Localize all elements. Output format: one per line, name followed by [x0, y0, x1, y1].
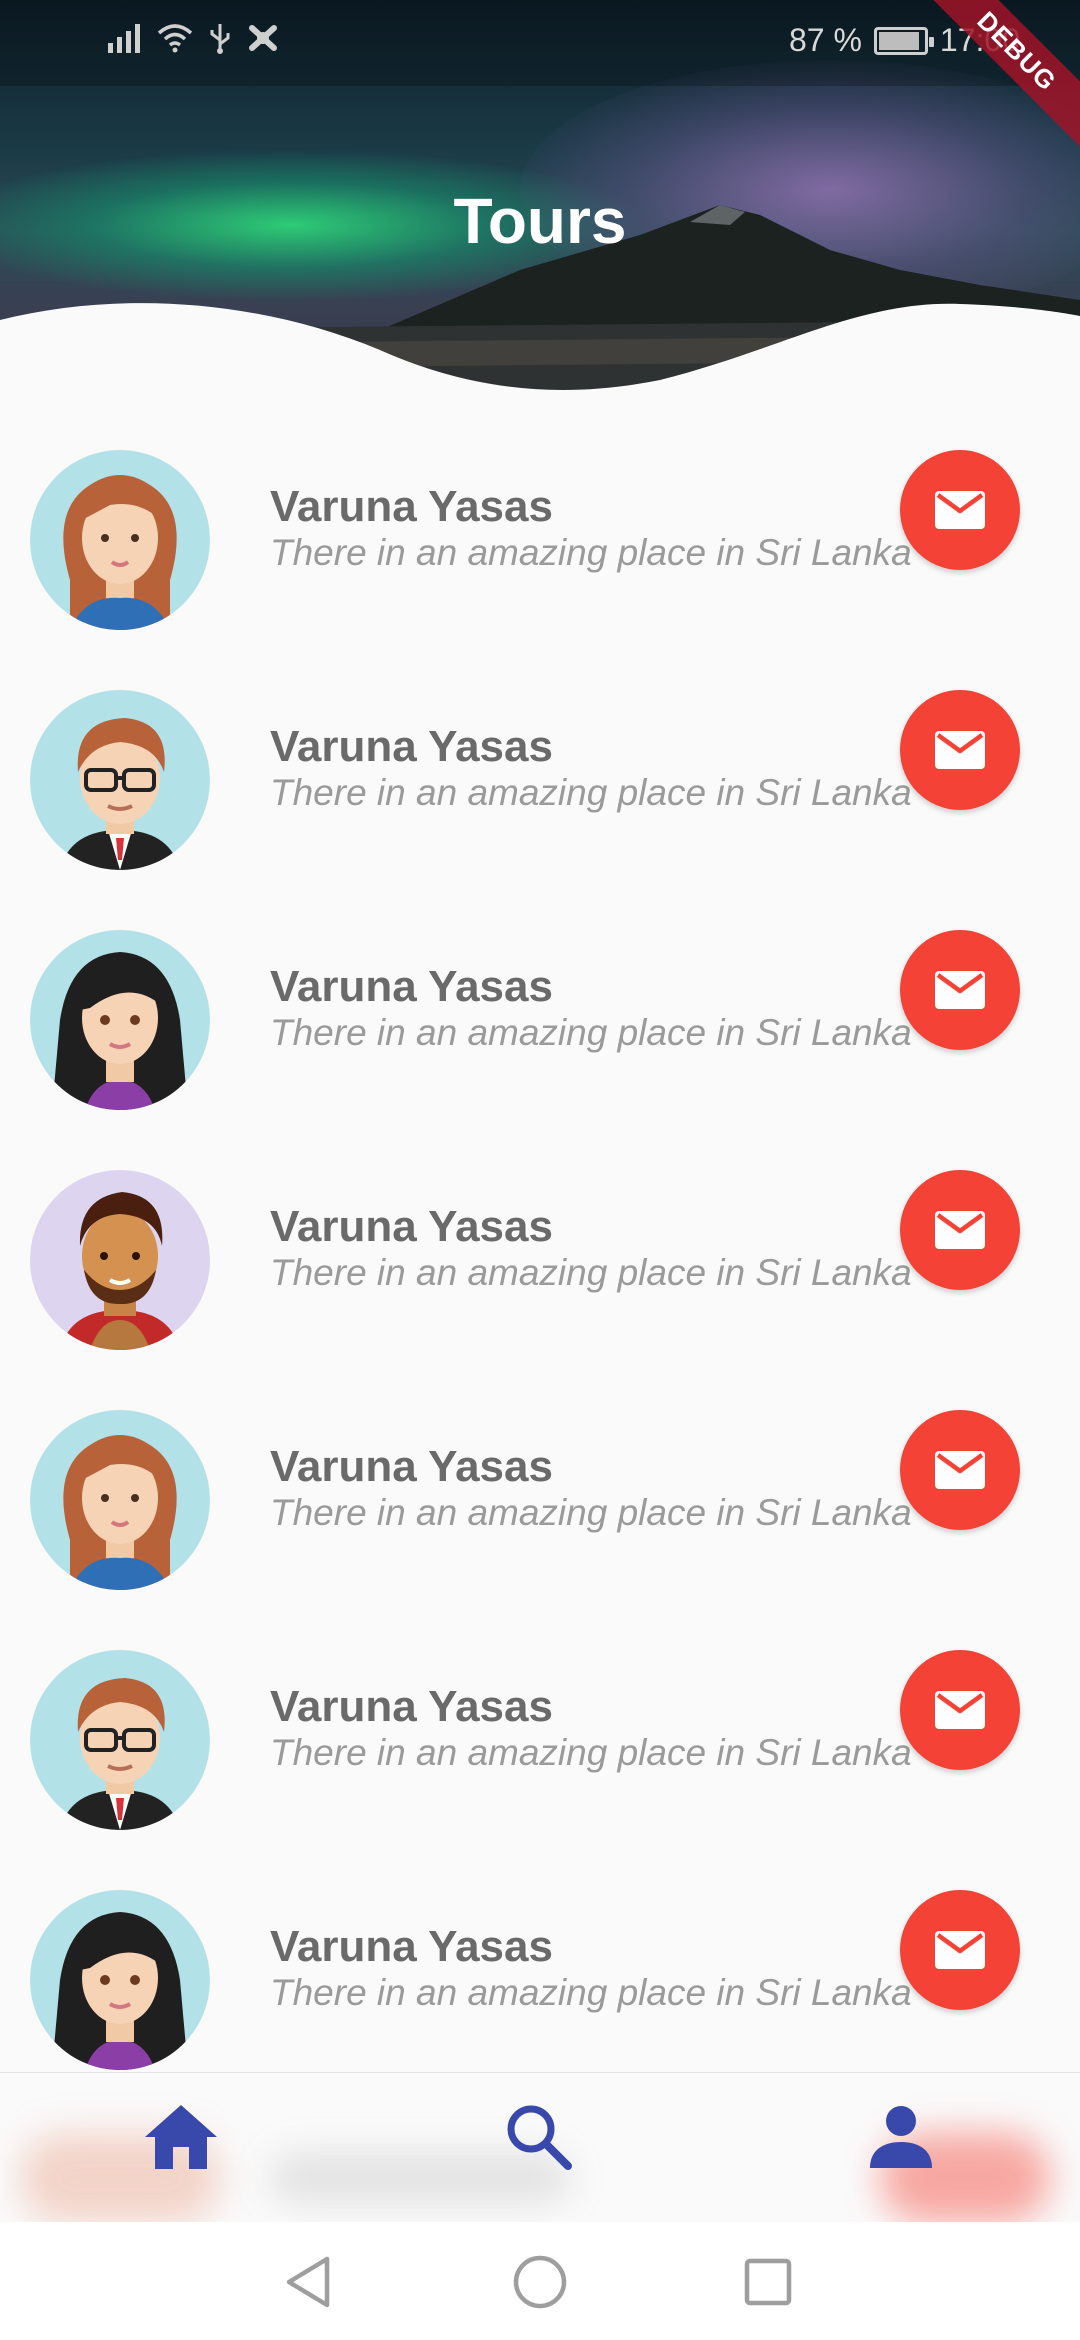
- search-icon: [507, 2105, 572, 2170]
- tour-name: Varuna Yasas: [270, 1202, 553, 1251]
- signal-icon: [108, 24, 140, 53]
- mail-button[interactable]: [900, 450, 1020, 570]
- usb-icon: [210, 24, 230, 54]
- tour-description: There in an amazing place in Sri Lanka: [270, 1972, 912, 2013]
- tour-name: Varuna Yasas: [270, 1442, 553, 1491]
- battery-percent: 87 %: [788, 22, 862, 58]
- mail-button[interactable]: [900, 1650, 1020, 1770]
- man-glasses-avatar: [30, 690, 210, 870]
- list-item[interactable]: Varuna Yasas There in an amazing place i…: [0, 910, 1080, 1150]
- back-button[interactable]: [278, 2252, 338, 2312]
- mail-icon: [935, 1931, 985, 1969]
- nav-home[interactable]: [126, 2087, 236, 2187]
- mail-button[interactable]: [900, 1890, 1020, 2010]
- home-icon: [145, 2105, 217, 2169]
- system-navigation-bar: [0, 2222, 1080, 2340]
- back-icon: [286, 2256, 330, 2308]
- list-item[interactable]: Varuna Yasas There in an amazing place i…: [0, 670, 1080, 910]
- tour-name: Varuna Yasas: [270, 722, 553, 771]
- notification-icon: [249, 25, 277, 51]
- page-title: Tours: [453, 185, 627, 257]
- woman-redhair-avatar: [30, 450, 210, 630]
- person-icon: [870, 2106, 932, 2168]
- mail-icon: [935, 1211, 985, 1249]
- list-item[interactable]: Varuna Yasas There in an amazing place i…: [0, 1150, 1080, 1390]
- home-system-button[interactable]: [510, 2252, 570, 2312]
- tour-description: There in an amazing place in Sri Lanka: [270, 772, 912, 813]
- man-glasses-avatar: [30, 1650, 210, 1830]
- mail-icon: [935, 1451, 985, 1489]
- woman-darkhair-avatar: [30, 1890, 210, 2070]
- wifi-icon: [157, 24, 193, 53]
- tour-description: There in an amazing place in Sri Lanka: [270, 1732, 912, 1773]
- tour-name: Varuna Yasas: [270, 1922, 553, 1971]
- tour-name: Varuna Yasas: [270, 482, 553, 531]
- woman-darkhair-avatar: [30, 930, 210, 1110]
- status-icons-left: [108, 22, 280, 54]
- mail-button[interactable]: [900, 1410, 1020, 1530]
- list-item[interactable]: Varuna Yasas There in an amazing place i…: [0, 1630, 1080, 1870]
- mail-button[interactable]: [900, 690, 1020, 810]
- home-circle-icon: [513, 2255, 567, 2309]
- mail-icon: [935, 731, 985, 769]
- woman-redhair-avatar: [30, 1410, 210, 1590]
- man-beard-avatar: [30, 1170, 210, 1350]
- tour-description: There in an amazing place in Sri Lanka: [270, 1492, 912, 1533]
- header-wave: [0, 303, 1080, 420]
- list-item[interactable]: Varuna Yasas There in an amazing place i…: [0, 430, 1080, 670]
- mail-icon: [935, 1691, 985, 1729]
- tour-list: Varuna Yasas There in an amazing place i…: [0, 430, 1080, 2110]
- list-item[interactable]: Varuna Yasas There in an amazing place i…: [0, 1390, 1080, 1630]
- tour-description: There in an amazing place in Sri Lanka: [270, 1252, 912, 1293]
- battery-icon: [873, 26, 934, 55]
- nav-profile[interactable]: [846, 2087, 956, 2187]
- tour-description: There in an amazing place in Sri Lanka: [270, 1012, 912, 1053]
- mail-button[interactable]: [900, 930, 1020, 1050]
- tour-name: Varuna Yasas: [270, 962, 553, 1011]
- header: 87 % 17:00 DEBUG Tours: [0, 0, 1080, 420]
- mail-icon: [935, 971, 985, 1009]
- mail-button[interactable]: [900, 1170, 1020, 1290]
- recents-icon: [744, 2258, 792, 2306]
- mail-icon: [935, 491, 985, 529]
- nav-search[interactable]: [484, 2087, 594, 2187]
- tour-description: There in an amazing place in Sri Lanka: [270, 532, 912, 573]
- status-bar: 87 % 17:00: [0, 0, 1080, 86]
- recents-button[interactable]: [738, 2252, 798, 2312]
- bottom-navigation: [0, 2072, 1080, 2223]
- tour-name: Varuna Yasas: [270, 1682, 553, 1731]
